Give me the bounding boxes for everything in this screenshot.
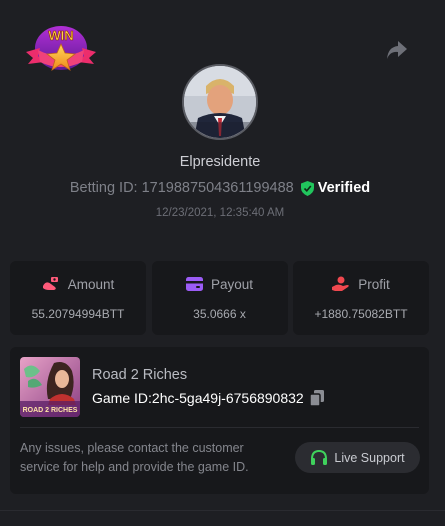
game-card-divider [20, 427, 419, 428]
stat-card-payout: Payout 35.0666 x [151, 261, 288, 335]
bet-datetime: 12/23/2021, 12:35:40 AM [155, 207, 285, 219]
betting-id-value: 1719887504361199488 [141, 180, 294, 196]
game-id-row: Game ID: 2hc-5ga49j-6756890832 [92, 390, 324, 406]
amount-icon [42, 277, 58, 290]
game-thumbnail-label: ROAD 2 RICHES [23, 407, 78, 414]
stat-value-profit: +1880.75082BTT [314, 307, 408, 321]
stat-value-amount: 55.20794994BTT [31, 307, 125, 321]
stats-row: Amount 55.20794994BTT Payout 35.0666 x P… [10, 261, 429, 335]
username: Elpresidente [179, 154, 261, 170]
stat-label-payout: Payout [210, 276, 254, 292]
win-badge-text: WIN [48, 28, 73, 43]
game-name[interactable]: Road 2 Riches [92, 367, 187, 383]
stat-label-profit: Profit [358, 276, 390, 292]
live-support-label: Live Support [334, 450, 405, 465]
stat-card-amount: Amount 55.20794994BTT [10, 261, 146, 335]
game-thumbnail[interactable]: ROAD 2 RICHES [20, 357, 80, 417]
bottom-divider [0, 510, 445, 511]
headset-icon [311, 449, 328, 465]
avatar [182, 64, 258, 140]
wallet-icon [185, 277, 203, 291]
stat-label-amount: Amount [67, 276, 115, 292]
live-support-button[interactable]: Live Support [295, 442, 420, 473]
shield-check-icon [300, 180, 314, 196]
profit-hand-icon [332, 276, 350, 291]
betting-id-label: Betting ID: [69, 180, 138, 196]
verified-badge: Verified [300, 180, 371, 196]
help-text: Any issues, please contact the customer … [20, 441, 249, 474]
share-button[interactable] [385, 39, 409, 61]
copy-button[interactable] [309, 390, 324, 406]
game-id-value: 2hc-5ga49j-6756890832 [151, 390, 304, 406]
game-id-label: Game ID: [92, 390, 152, 406]
copy-icon [309, 390, 324, 406]
stat-value-payout: 35.0666 x [193, 307, 246, 321]
game-card: ROAD 2 RICHES Road 2 Riches Game ID: 2hc… [10, 347, 429, 494]
verified-label: Verified [317, 180, 371, 196]
win-badge: WIN [24, 22, 98, 78]
share-icon [387, 41, 407, 59]
stat-card-profit: Profit +1880.75082BTT [293, 261, 429, 335]
betting-id-row: Betting ID: 1719887504361199488 Verified [0, 180, 440, 196]
